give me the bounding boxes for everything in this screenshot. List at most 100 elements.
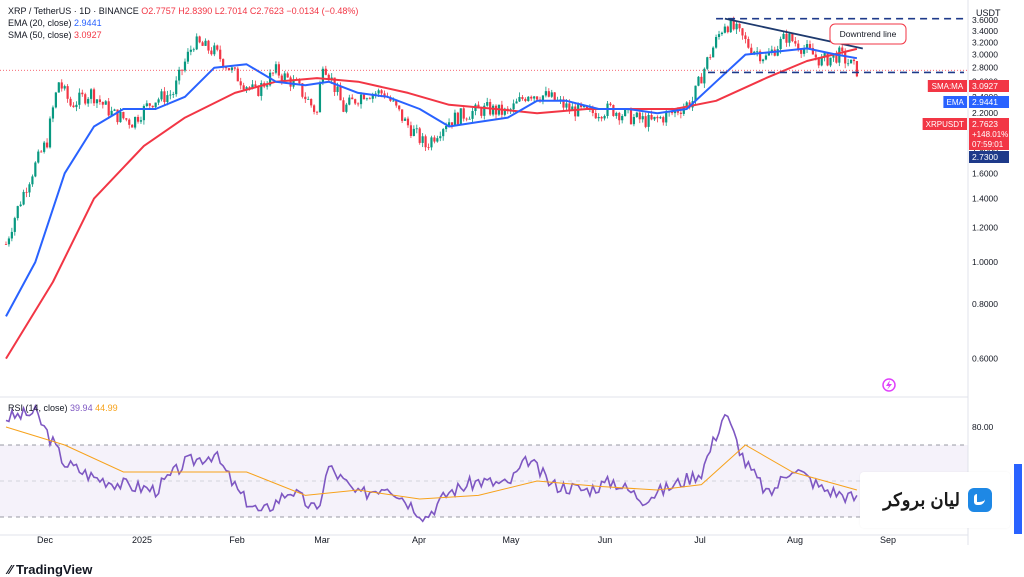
candle-body	[351, 97, 354, 100]
sma-value: 3.0927	[74, 30, 102, 40]
tradingview-logo: ⁄⁄ TradingView	[8, 562, 92, 577]
candle-body	[84, 94, 87, 104]
candle-body	[380, 90, 383, 94]
rsi-label: RSI (14, close)	[8, 403, 68, 413]
candle-body	[524, 98, 527, 102]
downtrend-label-text: Downtrend line	[840, 29, 897, 39]
candle-body	[216, 45, 219, 50]
candle-body	[25, 191, 28, 193]
candle-body	[468, 118, 471, 120]
candle-body	[154, 102, 157, 108]
candle-body	[612, 105, 615, 116]
sma-label: SMA (50, close)	[8, 30, 72, 40]
candle-body	[207, 40, 210, 51]
brand-logo-icon	[968, 488, 992, 512]
rsi-legend[interactable]: RSI (14, close) 39.94 44.99	[8, 403, 118, 413]
candle-body	[723, 26, 726, 33]
candle-body	[462, 108, 465, 119]
candle-body	[57, 82, 60, 93]
candle-body	[31, 176, 34, 185]
candle-body	[647, 114, 650, 127]
candle-body	[729, 20, 732, 33]
price-tick-label: 3.0000	[972, 50, 998, 60]
candle-body	[847, 63, 850, 65]
time-tick-label: 2025	[132, 535, 152, 545]
rsi-axis[interactable]: 80.00	[972, 422, 994, 432]
candle-body	[456, 112, 459, 125]
candle-body	[254, 84, 257, 87]
sma-line	[5, 47, 858, 360]
candle-body	[192, 49, 195, 51]
candle-body	[201, 42, 204, 46]
candle-body	[131, 124, 134, 128]
candle-body	[63, 86, 66, 89]
candle-body	[518, 97, 521, 102]
candle-body	[852, 59, 856, 62]
brand-text: لیان بروکر	[883, 489, 960, 510]
candle-body	[22, 191, 25, 205]
candle-body	[703, 68, 706, 84]
candle-body	[409, 125, 413, 136]
candle-body	[424, 136, 427, 148]
time-tick-label: Aug	[787, 535, 803, 545]
candle-body	[491, 105, 495, 115]
sma-tag-value: 3.0927	[972, 81, 998, 91]
time-tick-label: Dec	[37, 535, 54, 545]
candle-body	[439, 136, 442, 139]
candle-body	[368, 98, 371, 100]
price-tick-label: 3.2000	[972, 37, 998, 47]
candle-body	[450, 122, 454, 126]
ema-legend[interactable]: EMA (20, close) 2.9441	[8, 17, 102, 29]
candle-body	[403, 118, 407, 121]
candle-body	[697, 76, 700, 86]
candle-body	[621, 116, 624, 121]
candle-body	[16, 206, 19, 219]
candle-body	[204, 40, 207, 46]
candle-body	[433, 137, 436, 142]
candle-body	[377, 90, 380, 94]
time-tick-label: Feb	[229, 535, 245, 545]
alert-lightning-icon[interactable]	[882, 378, 896, 392]
time-tick-label: Jul	[694, 535, 706, 545]
candle-body	[81, 92, 84, 95]
sma-legend[interactable]: SMA (50, close) 3.0927	[8, 29, 102, 41]
candle-body	[547, 91, 550, 97]
candle-body	[430, 137, 433, 148]
candle-body	[412, 128, 415, 136]
candle-body	[10, 231, 13, 239]
ema-tag-label: EMA	[947, 98, 965, 107]
candle-body	[89, 89, 93, 99]
rsi-panel	[0, 403, 968, 523]
candle-body	[632, 116, 636, 125]
candle-body	[738, 23, 741, 29]
candle-body	[354, 99, 357, 104]
candle-body	[714, 36, 718, 48]
candle-body	[665, 112, 668, 123]
candle-body	[178, 69, 181, 81]
candle-body	[709, 57, 712, 59]
price-series	[4, 16, 859, 360]
candle-body	[550, 92, 553, 97]
tradingview-logo-icon: ⁄⁄	[8, 562, 16, 577]
candle-body	[726, 26, 729, 33]
candle-body	[421, 136, 424, 143]
price-tick-label: 2.8000	[972, 63, 998, 73]
candle-body	[54, 92, 57, 108]
candle-body	[362, 94, 366, 100]
candle-body	[512, 103, 515, 110]
candle-body	[659, 117, 662, 119]
candle-body	[339, 86, 342, 101]
xrpusdt-tag-countdown: 07:59:01	[972, 140, 1004, 149]
candle-body	[40, 151, 43, 153]
candle-body	[600, 116, 603, 119]
candle-body	[629, 109, 633, 125]
symbol-title[interactable]: XRP / TetherUS · 1D · BINANCE	[8, 6, 139, 16]
time-tick-label: May	[502, 535, 520, 545]
candle-body	[565, 103, 568, 108]
candle-body	[160, 91, 163, 100]
rsi-value: 39.94	[70, 403, 93, 413]
time-tick-label: Sep	[880, 535, 896, 545]
candle-body	[756, 51, 759, 53]
candle-body	[87, 98, 90, 104]
candle-body	[662, 117, 665, 123]
